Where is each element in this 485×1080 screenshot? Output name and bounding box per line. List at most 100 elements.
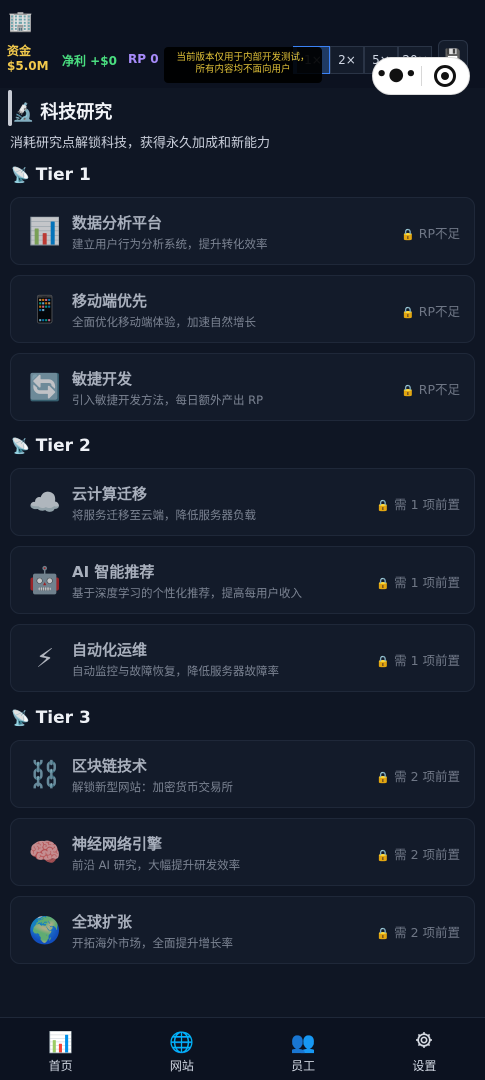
status-text: RP不足 (418, 226, 460, 241)
lock-icon: 🔒 (376, 577, 391, 590)
cycle-arrows-icon: 🔄 (28, 373, 62, 403)
lightning-icon: ⚡ (35, 644, 55, 674)
tech-status: 🔒 需 1 项前置 (376, 494, 460, 513)
more-dots-icon: •●• (375, 64, 418, 85)
lock-icon: 🔒 (401, 306, 415, 319)
tech-card-agile-dev[interactable]: 🔄 敏捷开发 引入敏捷开发方法，每日额外产出 RP 🔒 RP不足 (10, 353, 475, 421)
status-text: 需 2 项前置 (394, 925, 460, 940)
tech-desc: 建立用户行为分析系统，提升转化效率 (72, 237, 268, 251)
speed-2x-button[interactable]: 2× (330, 46, 364, 74)
tech-card-blockchain[interactable]: ⛓️ 区块链技术 解锁新型网站：加密货币交易所 🔒 需 2 项前置 (10, 740, 475, 808)
funds-stat: 资金 $5.0M (7, 44, 55, 74)
tech-desc: 前沿 AI 研究，大幅提升研发效率 (72, 858, 241, 872)
nav-label: 网站 (169, 1059, 194, 1073)
bar-chart-icon: 📊 (48, 1030, 74, 1054)
status-text: 需 1 项前置 (394, 497, 460, 512)
nav-label: 设置 (412, 1059, 437, 1073)
satellite-dish-icon: 📡 (11, 166, 30, 184)
tech-card-global-expansion[interactable]: 🌍 全球扩张 开拓海外市场，全面提升增长率 🔒 需 2 项前置 (10, 896, 475, 964)
tech-card-mobile-first[interactable]: 📱 移动端优先 全面优化移动端体验，加速自然增长 🔒 RP不足 (10, 275, 475, 343)
tier-label: Tier 1 (35, 165, 91, 185)
tech-status: 🔒 RP不足 (401, 301, 460, 320)
tech-card-auto-ops[interactable]: ⚡ 自动化运维 自动监控与故障恢复，降低服务器故障率 🔒 需 1 项前置 (10, 624, 475, 692)
tech-desc: 将服务迁移至云端，降低服务器负载 (72, 508, 256, 522)
nav-settings[interactable]: 设置 (364, 1018, 485, 1080)
lock-icon: 🔒 (401, 384, 415, 397)
gear-icon (364, 1030, 485, 1054)
tier-1-title: 📡 Tier 1 (11, 165, 91, 185)
miniprogram-capsule: •●• (372, 57, 470, 95)
lock-icon: 🔒 (376, 771, 391, 784)
nav-label: 首页 (48, 1059, 73, 1073)
dev-notice-toast: 当前版本仅用于内部开发测试， 所有内容均不面向用户 (164, 47, 322, 83)
tech-desc: 基于深度学习的个性化推荐，提高每用户收入 (72, 586, 302, 600)
nav-label: 员工 (291, 1059, 316, 1073)
top-bar: 🏢 资金 $5.0M 净利 +$0 RP 0 1× 2× 5× 20× 💾 当前… (0, 0, 485, 95)
nav-websites[interactable]: 🌐 网站 (121, 1018, 242, 1080)
tech-name: 云计算迁移 (72, 485, 148, 503)
tech-status: 🔒 需 2 项前置 (376, 766, 460, 785)
tech-status: 🔒 需 2 项前置 (376, 844, 460, 863)
more-menu-button[interactable]: •●• (373, 57, 421, 95)
tech-name: 全球扩张 (72, 913, 133, 931)
tech-name: 敏捷开发 (72, 370, 133, 388)
building-icon: 🏢 (8, 9, 33, 33)
tech-desc: 自动监控与故障恢复，降低服务器故障率 (72, 664, 279, 678)
tech-status: 🔒 需 1 项前置 (376, 572, 460, 591)
status-text: 需 1 项前置 (394, 653, 460, 668)
tier-label: Tier 2 (35, 436, 91, 456)
brain-icon: 🧠 (28, 838, 62, 868)
lock-icon: 🔒 (376, 499, 391, 512)
status-text: 需 2 项前置 (394, 769, 460, 784)
tech-desc: 开拓海外市场，全面提升增长率 (72, 936, 233, 950)
robot-icon: 🤖 (28, 566, 62, 596)
lock-icon: 🔒 (401, 228, 415, 241)
status-text: RP不足 (418, 382, 460, 397)
page-title-text: 科技研究 (40, 102, 113, 123)
nav-staff[interactable]: 👥 员工 (243, 1018, 364, 1080)
lock-icon: 🔒 (376, 927, 391, 940)
satellite-dish-icon: 📡 (11, 437, 30, 455)
tier-2-title: 📡 Tier 2 (11, 436, 91, 456)
funds-value: $5.0M (7, 59, 49, 73)
funds-label: 资金 (7, 44, 32, 58)
chain-icon: ⛓️ (28, 760, 62, 790)
target-close-icon (434, 65, 457, 87)
tier-3-title: 📡 Tier 3 (11, 708, 91, 728)
close-miniprogram-button[interactable] (421, 57, 469, 95)
microscope-icon: 🔬 (12, 102, 35, 123)
tech-name: 数据分析平台 (72, 214, 163, 232)
tech-status: 🔒 RP不足 (401, 223, 460, 242)
tech-name: AI 智能推荐 (72, 563, 155, 581)
net-profit-stat: 净利 +$0 (62, 54, 117, 68)
mobile-phone-icon: 📱 (28, 295, 62, 325)
rp-stat: RP 0 (128, 52, 159, 66)
globe-icon: 🌐 (169, 1030, 195, 1054)
page-title: 🔬 科技研究 (12, 98, 112, 124)
tech-desc: 引入敏捷开发方法，每日额外产出 RP (72, 393, 264, 407)
bar-chart-icon: 📊 (28, 217, 62, 247)
tech-card-ai-recommend[interactable]: 🤖 AI 智能推荐 基于深度学习的个性化推荐，提高每用户收入 🔒 需 1 项前置 (10, 546, 475, 614)
tech-name: 神经网络引擎 (72, 835, 163, 853)
people-icon: 👥 (290, 1030, 316, 1054)
tech-card-neural-engine[interactable]: 🧠 神经网络引擎 前沿 AI 研究，大幅提升研发效率 🔒 需 2 项前置 (10, 818, 475, 886)
status-text: RP不足 (418, 304, 460, 319)
tech-card-data-analytics[interactable]: 📊 数据分析平台 建立用户行为分析系统，提升转化效率 🔒 RP不足 (10, 197, 475, 265)
lock-icon: 🔒 (376, 655, 391, 668)
tech-status: 🔒 需 2 项前置 (376, 922, 460, 941)
satellite-dish-icon: 📡 (11, 709, 30, 727)
tech-name: 自动化运维 (72, 641, 148, 659)
tech-desc: 全面优化移动端体验，加速自然增长 (72, 315, 256, 329)
bottom-nav: 📊 首页 🌐 网站 👥 员工 设置 (0, 1017, 485, 1080)
tier-label: Tier 3 (35, 708, 91, 728)
status-text: 需 1 项前置 (394, 575, 460, 590)
tech-status: 🔒 需 1 项前置 (376, 650, 460, 669)
lock-icon: 🔒 (376, 849, 391, 862)
tech-name: 移动端优先 (72, 292, 148, 310)
cloud-icon: ☁️ (28, 488, 62, 518)
globe-icon: 🌍 (28, 916, 62, 946)
page-description: 消耗研究点解锁科技，获得永久加成和新能力 (10, 136, 271, 151)
tech-card-cloud-migration[interactable]: ☁️ 云计算迁移 将服务迁移至云端，降低服务器负载 🔒 需 1 项前置 (10, 468, 475, 536)
nav-home[interactable]: 📊 首页 (0, 1018, 121, 1080)
tech-status: 🔒 RP不足 (401, 379, 460, 398)
